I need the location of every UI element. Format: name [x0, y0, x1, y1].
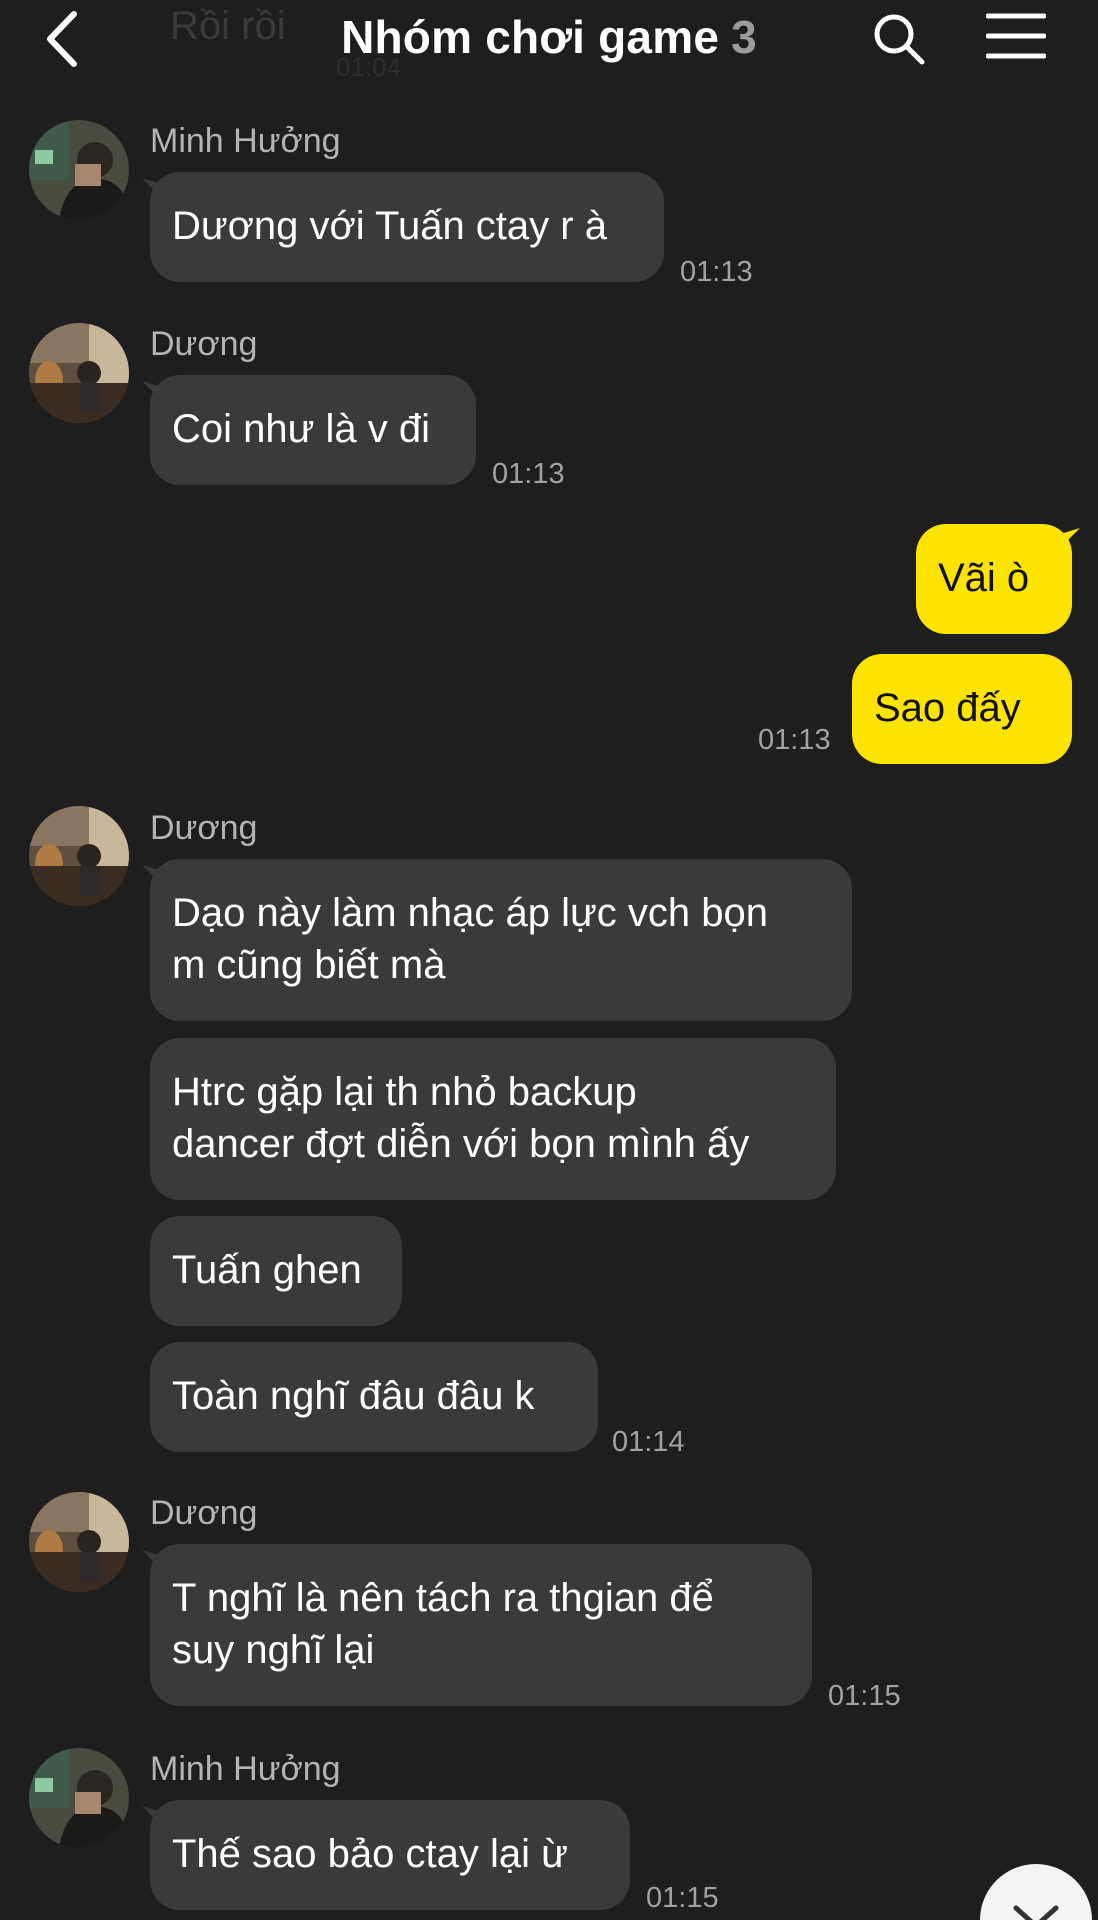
avatar-image [29, 120, 129, 220]
message-time: 01:15 [646, 1882, 719, 1914]
sender-name: Minh Hưởng [150, 122, 341, 160]
sender-name: Dương [150, 1494, 258, 1532]
sender-name: Minh Hưởng [150, 1750, 341, 1788]
message-time: 01:13 [758, 724, 831, 756]
chat-header: Rồi rồi 01:04 Nhóm chơi game 3 [0, 0, 1098, 90]
menu-button[interactable] [985, 12, 1047, 60]
message-line: dancer đợt diễn với bọn mình ấy [172, 1122, 750, 1166]
message-time: 01:13 [680, 256, 753, 288]
message-line: suy nghĩ lại [172, 1628, 375, 1672]
message-bubble[interactable]: Toàn nghĩ đâu đâu k [150, 1342, 598, 1452]
avatar-image [29, 323, 129, 423]
sender-name: Dương [150, 325, 258, 363]
avatar-image [29, 806, 129, 906]
avatar-image [29, 1492, 129, 1592]
message-bubble[interactable]: Dương với Tuấn ctay r à [150, 172, 664, 282]
message-bubble[interactable]: Dạo này làm nhạc áp lực vch bọn m cũng b… [150, 859, 852, 1021]
menu-icon [985, 13, 1047, 59]
message-line: Htrc gặp lại th nhỏ backup [172, 1070, 637, 1114]
search-icon [874, 14, 925, 65]
message-time: 01:13 [492, 458, 565, 490]
avatar-duong[interactable] [29, 806, 129, 906]
message-bubble[interactable]: Htrc gặp lại th nhỏ backup dancer đợt di… [150, 1038, 836, 1200]
scroll-to-bottom-button[interactable] [980, 1864, 1092, 1920]
search-button[interactable] [870, 10, 926, 66]
sender-name: Dương [150, 809, 258, 847]
avatar-duong[interactable] [29, 323, 129, 423]
avatar-minh-huong[interactable] [29, 1748, 129, 1848]
outgoing-message-bubble[interactable]: Sao đấy [852, 654, 1072, 764]
member-count: 3 [731, 11, 757, 63]
message-bubble[interactable]: Tuấn ghen [150, 1216, 402, 1326]
message-line: Dạo này làm nhạc áp lực vch bọn [172, 891, 768, 935]
chat-title[interactable]: Nhóm chơi game 3 [0, 10, 1098, 64]
message-bubble[interactable]: Thế sao bảo ctay lại ừ [150, 1800, 630, 1910]
message-line: m cũng biết mà [172, 943, 446, 987]
message-line: T nghĩ là nên tách ra thgian để [172, 1576, 714, 1620]
chevron-down-icon [1013, 1905, 1059, 1920]
message-bubble[interactable]: T nghĩ là nên tách ra thgian để suy nghĩ… [150, 1544, 812, 1706]
message-time: 01:15 [828, 1680, 901, 1712]
message-bubble[interactable]: Coi như là v đi [150, 375, 476, 485]
chat-screen: Rồi rồi 01:04 Nhóm chơi game 3 Minh Hưởn… [0, 0, 1098, 1920]
message-time: 01:14 [612, 1426, 685, 1458]
outgoing-message-bubble[interactable]: Vãi ò [916, 524, 1072, 634]
avatar-image [29, 1748, 129, 1848]
avatar-minh-huong[interactable] [29, 120, 129, 220]
group-name: Nhóm chơi game [341, 11, 720, 63]
avatar-duong[interactable] [29, 1492, 129, 1592]
